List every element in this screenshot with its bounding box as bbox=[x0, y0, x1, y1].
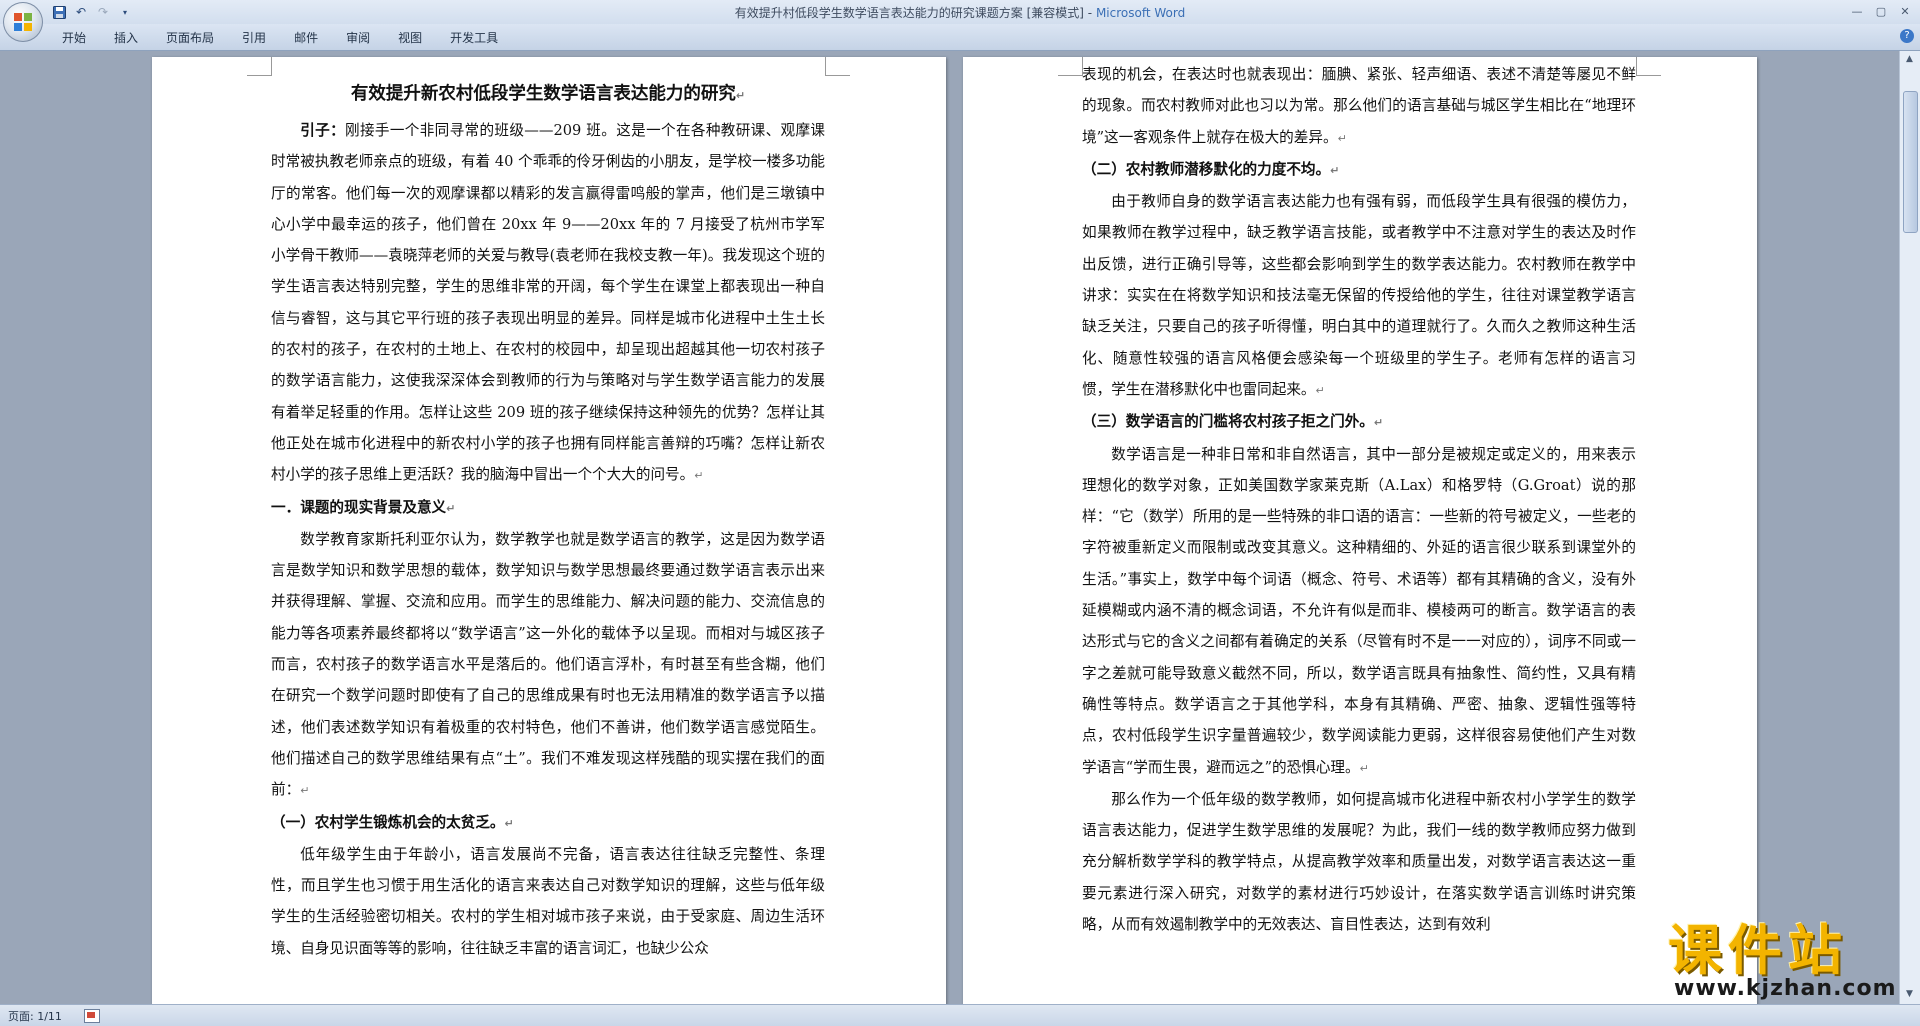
office-button[interactable] bbox=[3, 2, 43, 42]
crop-mark bbox=[247, 57, 272, 76]
tab-view[interactable]: 视图 bbox=[390, 29, 436, 46]
paragraph-mark-icon: ↵ bbox=[1315, 383, 1325, 397]
section-heading-text: （一）农村学生锻炼机会的太贫乏。 bbox=[271, 813, 505, 831]
paragraph-mark-icon: ↵ bbox=[1330, 163, 1340, 177]
watermark-url: www.kjzhan.com bbox=[1674, 976, 1897, 1001]
section-heading: （三）数学语言的门槛将农村孩子拒之门外。↵ bbox=[1082, 406, 1636, 438]
body-paragraph: 数学教育家斯托利亚尔认为，数学教学也就是数学语言的教学，这是因为数学语言是数学知… bbox=[271, 524, 825, 807]
app-name: Microsoft Word bbox=[1095, 6, 1186, 20]
scroll-down-icon[interactable]: ▼ bbox=[1903, 989, 1916, 1001]
tab-developer[interactable]: 开发工具 bbox=[442, 29, 512, 46]
tab-home[interactable]: 开始 bbox=[54, 29, 100, 46]
watermark: 课件站 www.kjzhan.com bbox=[1668, 922, 1896, 1002]
crop-mark bbox=[825, 57, 850, 76]
paragraph-mark-icon: ↵ bbox=[1359, 761, 1369, 775]
crop-mark bbox=[1058, 57, 1083, 76]
paragraph-text: 那么作为一个低年级的数学教师，如何提高城市化进程中新农村小学学生的数学语言表达能… bbox=[1082, 790, 1636, 934]
section-heading: （一）农村学生锻炼机会的太贫乏。↵ bbox=[271, 807, 825, 839]
body-paragraph: 数学语言是一种非日常和非自然语言，其中一部分是被规定或定义的，用来表示理想化的数… bbox=[1082, 439, 1636, 784]
tab-page-layout[interactable]: 页面布局 bbox=[158, 29, 228, 46]
paragraph-text: 刚接手一个非同寻常的班级——209 班。这是一个在各种教研课、观摩课时常被执教老… bbox=[271, 122, 825, 484]
close-icon[interactable]: ✕ bbox=[1894, 2, 1916, 20]
section-heading: 一．课题的现实背景及意义↵ bbox=[271, 492, 825, 524]
section-heading: （二）农村教师潜移默化的力度不均。↵ bbox=[1082, 154, 1636, 186]
maximize-icon[interactable]: ▢ bbox=[1870, 2, 1892, 20]
paragraph-text: 低年级学生由于年龄小，语言发展尚不完备，语言表达往往缺乏完整性、条理性，而且学生… bbox=[271, 845, 825, 957]
paragraph-text: 数学语言是一种非日常和非自然语言，其中一部分是被规定或定义的，用来表示理想化的数… bbox=[1082, 445, 1636, 776]
status-bar: 页面: 1/11 bbox=[0, 1004, 1920, 1026]
document-page-2[interactable]: 表现的机会，在表达时也就表现出：腼腆、紧张、轻声细语、表述不清楚等屡见不鲜的现象… bbox=[963, 57, 1757, 1004]
body-paragraph: 由于教师自身的数学语言表达能力也有强有弱，而低段学生具有很强的模仿力，如果教师在… bbox=[1082, 186, 1636, 406]
office-logo-icon bbox=[14, 13, 32, 31]
tab-mailings[interactable]: 邮件 bbox=[286, 29, 332, 46]
window-controls: — ▢ ✕ bbox=[1846, 2, 1916, 20]
crop-mark bbox=[1636, 57, 1661, 76]
page-count[interactable]: 页面: 1/11 bbox=[8, 1008, 62, 1024]
tab-insert[interactable]: 插入 bbox=[106, 29, 152, 46]
body-paragraph: 表现的机会，在表达时也就表现出：腼腆、紧张、轻声细语、表述不清楚等屡见不鲜的现象… bbox=[1082, 59, 1636, 154]
window-title: 有效提升村低段学生数学语言表达能力的研究课题方案 [兼容模式] - Micros… bbox=[734, 6, 1186, 20]
paragraph-mark-icon: ↵ bbox=[446, 501, 456, 515]
scroll-up-icon[interactable]: ▲ bbox=[1903, 54, 1916, 66]
document-title: 有效提升村低段学生数学语言表达能力的研究课题方案 [兼容模式] bbox=[734, 6, 1084, 20]
document-page-1[interactable]: 有效提升新农村低段学生数学语言表达能力的研究↵ 引子：刚接手一个非同寻常的班级—… bbox=[152, 57, 946, 1004]
body-paragraph: 那么作为一个低年级的数学教师，如何提高城市化进程中新农村小学学生的数学语言表达能… bbox=[1082, 784, 1636, 940]
section-heading-text: （二）农村教师潜移默化的力度不均。 bbox=[1082, 160, 1331, 178]
page-2-content: 表现的机会，在表达时也就表现出：腼腆、紧张、轻声细语、表述不清楚等屡见不鲜的现象… bbox=[1082, 59, 1636, 940]
vertical-scrollbar[interactable]: ▲ ▼ bbox=[1899, 51, 1920, 1004]
tab-review[interactable]: 审阅 bbox=[338, 29, 384, 46]
page-1-content: 有效提升新农村低段学生数学语言表达能力的研究↵ 引子：刚接手一个非同寻常的班级—… bbox=[271, 79, 825, 964]
proofing-icon[interactable] bbox=[84, 1009, 100, 1023]
paragraph-mark-icon: ↵ bbox=[504, 816, 514, 830]
paragraph-mark-icon: ↵ bbox=[1373, 416, 1384, 430]
minimize-icon[interactable]: — bbox=[1846, 2, 1868, 20]
paragraph-text: 数学教育家斯托利亚尔认为，数学教学也就是数学语言的教学，这是因为数学语言是数学知… bbox=[271, 530, 825, 799]
watermark-logo: 课件站 bbox=[1668, 919, 1848, 982]
body-paragraph: 低年级学生由于年龄小，语言发展尚不完备，语言表达往往缺乏完整性、条理性，而且学生… bbox=[271, 839, 825, 964]
section-heading-text: 一．课题的现实背景及意义 bbox=[271, 498, 447, 516]
ribbon-tab-bar: 开始 插入 页面布局 引用 邮件 审阅 视图 开发工具 ? bbox=[0, 24, 1920, 51]
body-paragraph: 引子：刚接手一个非同寻常的班级——209 班。这是一个在各种教研课、观摩课时常被… bbox=[271, 115, 825, 492]
paragraph-mark-icon: ↵ bbox=[735, 89, 746, 102]
scrollbar-thumb[interactable] bbox=[1903, 91, 1918, 233]
paragraph-text: 表现的机会，在表达时也就表现出：腼腆、紧张、轻声细语、表述不清楚等屡见不鲜的现象… bbox=[1082, 66, 1636, 146]
help-icon[interactable]: ? bbox=[1900, 29, 1914, 43]
paragraph-mark-icon: ↵ bbox=[694, 469, 704, 483]
paragraph-text: 由于教师自身的数学语言表达能力也有强有弱，而低段学生具有很强的模仿力，如果教师在… bbox=[1082, 193, 1636, 398]
paragraph-mark-icon: ↵ bbox=[1337, 131, 1347, 145]
title-bar: ↶ ↷ ▾ 有效提升村低段学生数学语言表达能力的研究课题方案 [兼容模式] - … bbox=[0, 0, 1920, 24]
tab-references[interactable]: 引用 bbox=[234, 29, 280, 46]
paragraph-mark-icon: ↵ bbox=[300, 784, 310, 798]
document-heading: 有效提升新农村低段学生数学语言表达能力的研究↵ bbox=[350, 84, 746, 104]
section-heading-text: （三）数学语言的门槛将农村孩子拒之门外。 bbox=[1082, 413, 1374, 431]
paragraph-label: 引子： bbox=[300, 122, 346, 139]
document-workspace[interactable]: 有效提升新农村低段学生数学语言表达能力的研究↵ 引子：刚接手一个非同寻常的班级—… bbox=[0, 51, 1900, 1004]
